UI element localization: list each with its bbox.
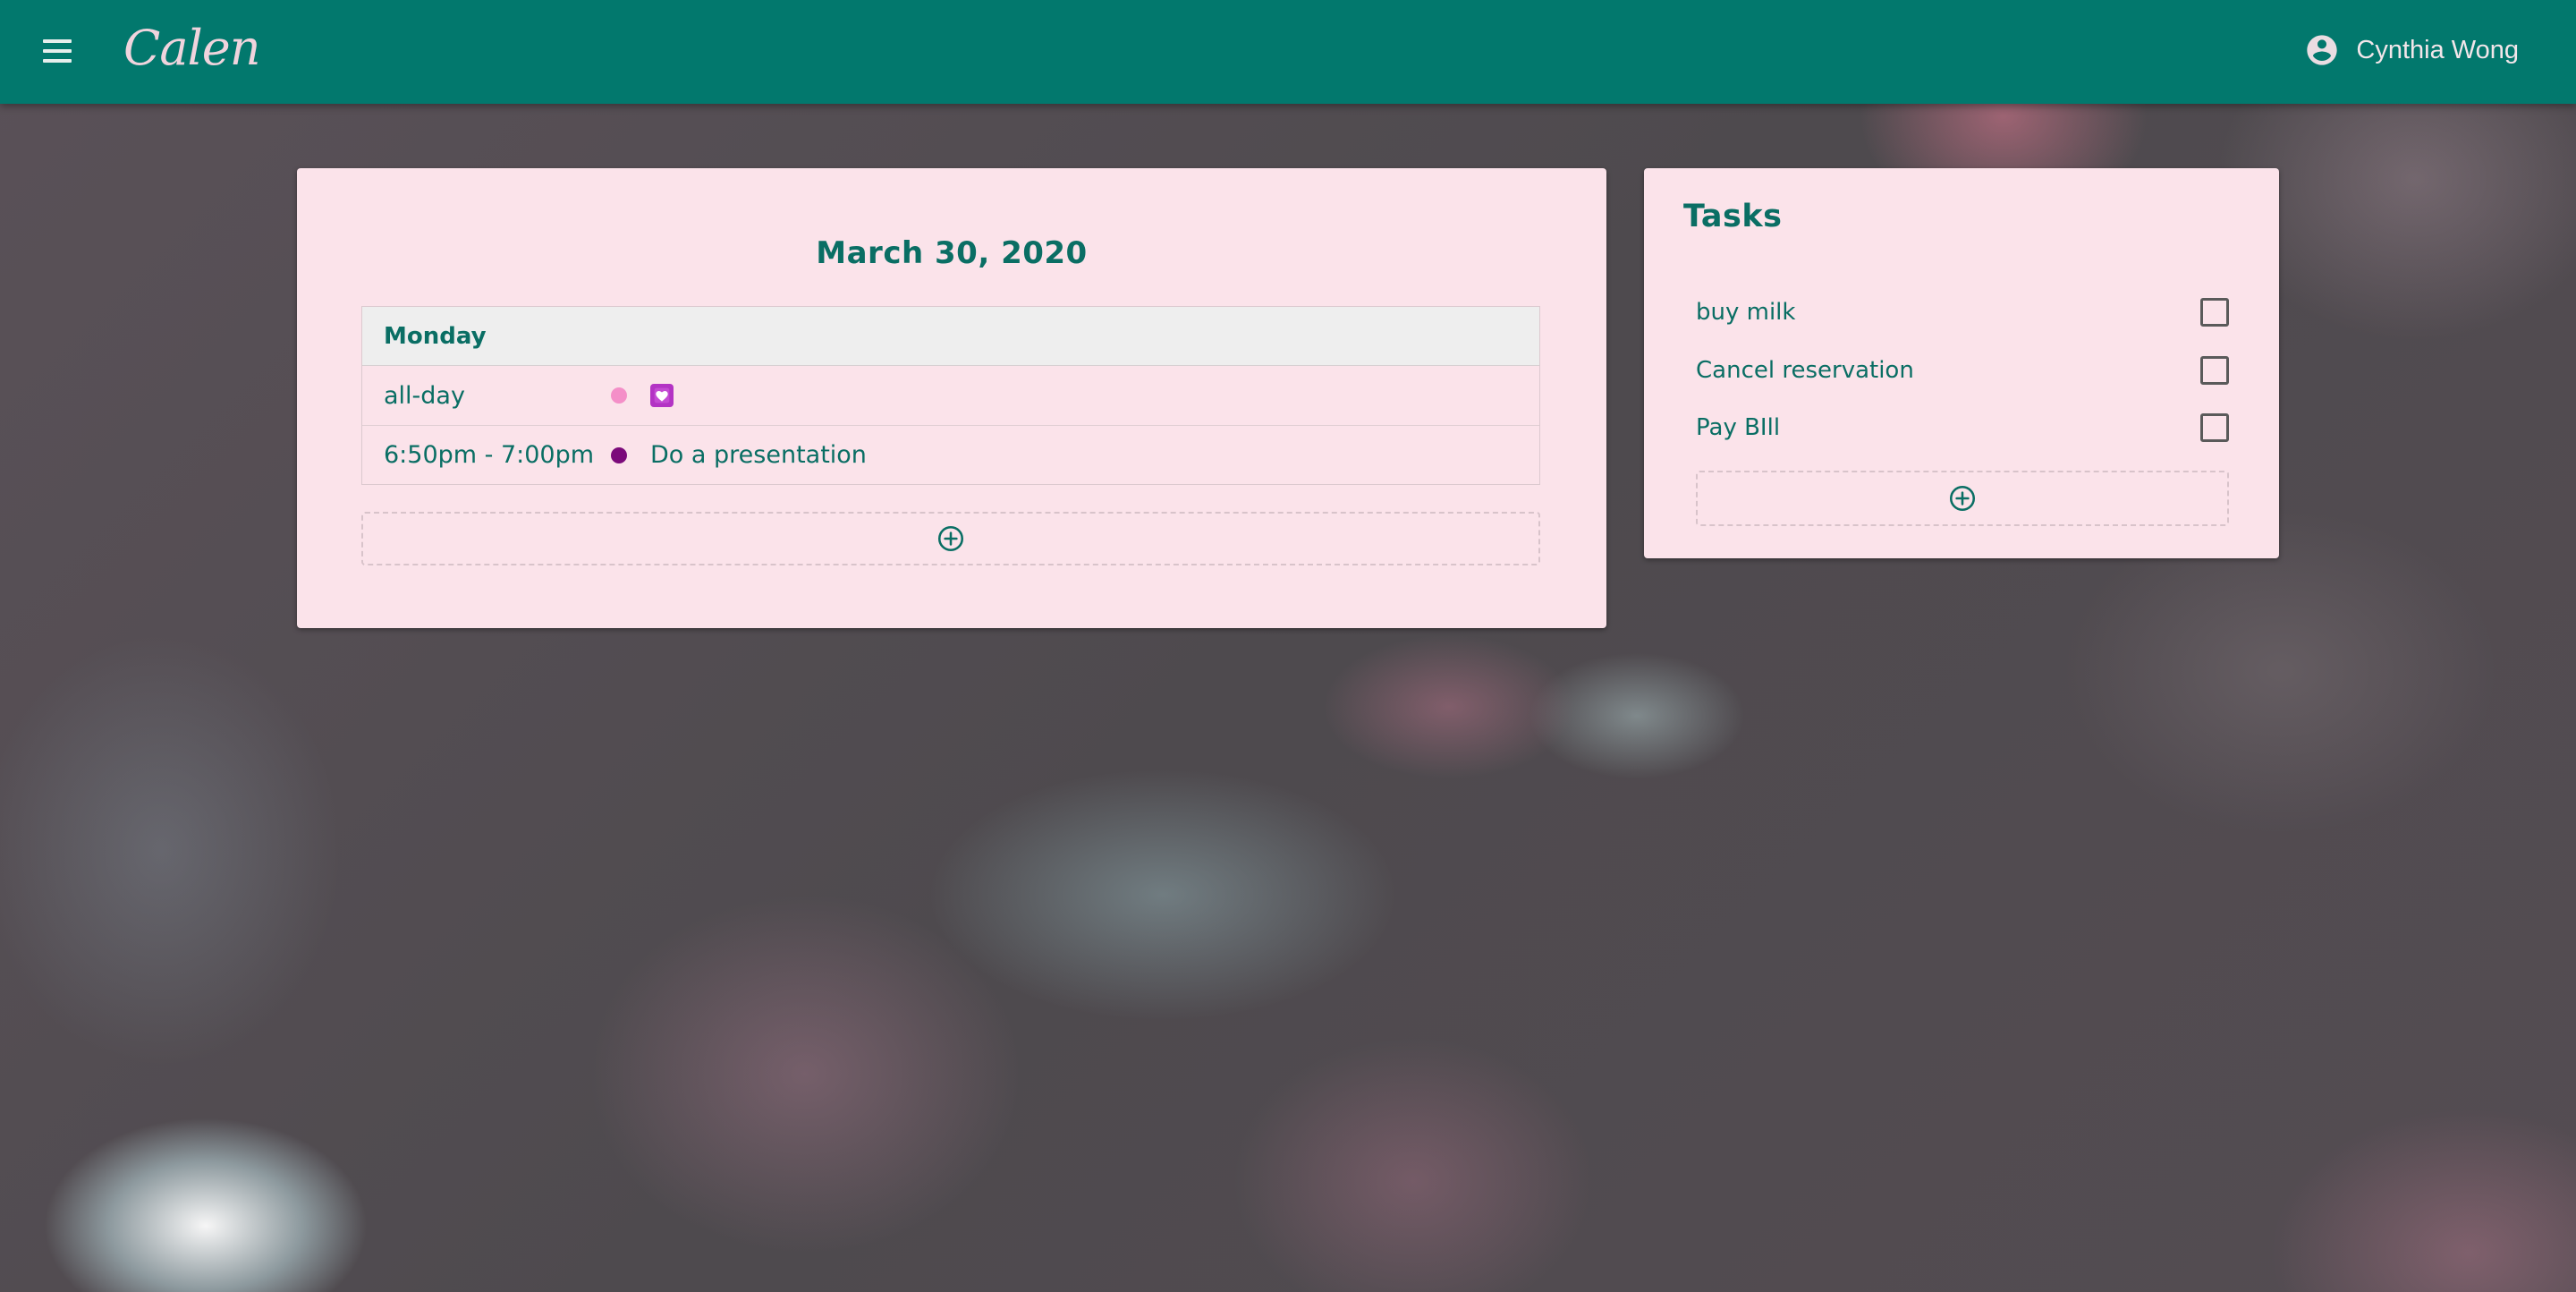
tasks-title: Tasks: [1683, 199, 1783, 234]
event-color-dot: [611, 446, 627, 463]
task-item: Pay BIll: [1696, 410, 2233, 446]
task-checkbox[interactable]: [2200, 356, 2229, 385]
date-title: March 30, 2020: [816, 235, 1088, 271]
task-label: Cancel reservation: [1696, 357, 1914, 384]
event-row-all-day[interactable]: all-day: [362, 366, 1539, 425]
account-circle-icon: [2307, 35, 2338, 65]
task-item: Cancel reservation: [1696, 353, 2233, 388]
heart-emoji-icon: [650, 384, 674, 407]
day-agenda-table: Monday all-day 6:50pm - 7:00pm Do a pres…: [361, 306, 1540, 485]
task-checkbox[interactable]: [2200, 413, 2229, 442]
event-time: all-day: [384, 381, 465, 410]
hamburger-menu-icon[interactable]: [41, 39, 73, 64]
day-header: Monday: [362, 307, 1539, 366]
tasks-card: Tasks buy milk Cancel reservation Pay BI…: [1644, 168, 2279, 558]
app-bar: Calen Cynthia Wong: [0, 0, 2576, 104]
task-checkbox[interactable]: [2200, 298, 2229, 327]
event-color-dot: [611, 387, 627, 404]
add-circle-icon: [937, 525, 964, 552]
add-task-button[interactable]: [1696, 471, 2229, 526]
day-schedule-card: March 30, 2020 Monday all-day 6:50pm - 7…: [297, 168, 1606, 628]
user-account-button[interactable]: Cynthia Wong: [2304, 32, 2519, 68]
app-logo[interactable]: Calen: [123, 20, 261, 76]
event-time: 6:50pm - 7:00pm: [384, 441, 595, 469]
add-circle-icon: [1949, 485, 1976, 512]
event-row[interactable]: 6:50pm - 7:00pm Do a presentation: [362, 425, 1539, 484]
user-name: Cynthia Wong: [2356, 35, 2519, 64]
add-event-button[interactable]: [361, 512, 1540, 565]
task-item: buy milk: [1696, 294, 2233, 330]
task-label: Pay BIll: [1696, 414, 1781, 441]
task-label: buy milk: [1696, 299, 1796, 326]
event-title: Do a presentation: [650, 441, 867, 469]
